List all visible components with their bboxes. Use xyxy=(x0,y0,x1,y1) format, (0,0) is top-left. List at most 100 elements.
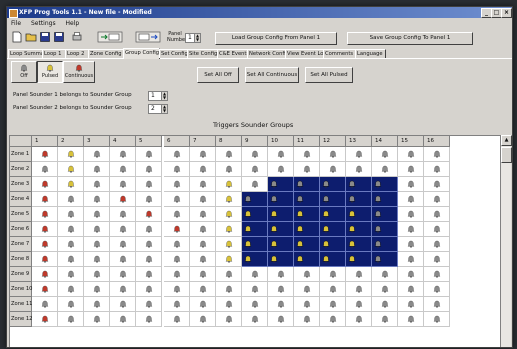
grid-cell[interactable] xyxy=(164,312,190,327)
grid-cell[interactable] xyxy=(190,147,216,162)
grid-cell[interactable] xyxy=(136,207,162,222)
tab-zone-config[interactable]: Zone Config xyxy=(88,49,124,58)
grid-cell[interactable] xyxy=(84,312,110,327)
grid-cell[interactable] xyxy=(424,312,450,327)
tab-group-config[interactable]: Group Config xyxy=(123,48,160,59)
grid-cell[interactable] xyxy=(84,282,110,297)
grid-cell[interactable] xyxy=(32,297,58,312)
grid-cell[interactable] xyxy=(110,147,136,162)
tab-set-config[interactable]: Set Config xyxy=(159,49,188,58)
grid-cell[interactable] xyxy=(268,192,294,207)
grid-cell[interactable] xyxy=(136,252,162,267)
row-header[interactable]: Zone 12 xyxy=(10,312,32,327)
grid-cell[interactable] xyxy=(84,222,110,237)
grid-cell[interactable] xyxy=(58,192,84,207)
grid-cell[interactable] xyxy=(372,312,398,327)
grid-cell[interactable] xyxy=(32,162,58,177)
grid-cell[interactable] xyxy=(32,192,58,207)
grid-cell[interactable] xyxy=(58,312,84,327)
grid-cell[interactable] xyxy=(110,252,136,267)
grid-cell[interactable] xyxy=(84,162,110,177)
grid-cell[interactable] xyxy=(372,192,398,207)
grid-cell[interactable] xyxy=(216,312,242,327)
grid-cell[interactable] xyxy=(346,267,372,282)
grid-cell[interactable] xyxy=(216,162,242,177)
grid-cell[interactable] xyxy=(136,222,162,237)
grid-cell[interactable] xyxy=(242,207,268,222)
grid-cell[interactable] xyxy=(164,207,190,222)
grid-cell[interactable] xyxy=(346,312,372,327)
row-header[interactable]: Zone 11 xyxy=(10,297,32,312)
grid-cell[interactable] xyxy=(190,297,216,312)
grid-cell[interactable] xyxy=(216,252,242,267)
panel-sounder-1-group-stepper[interactable]: 1 ▲ ▼ xyxy=(148,91,168,101)
grid-cell[interactable] xyxy=(136,237,162,252)
row-header[interactable]: Zone 8 xyxy=(10,252,32,267)
grid-cell[interactable] xyxy=(136,177,162,192)
stepper-arrows-icon[interactable]: ▲ ▼ xyxy=(161,105,167,113)
grid-cell[interactable] xyxy=(424,252,450,267)
column-header[interactable]: 1 xyxy=(32,136,58,147)
grid-cell[interactable] xyxy=(372,267,398,282)
column-header[interactable]: 14 xyxy=(372,136,398,147)
grid-cell[interactable] xyxy=(58,267,84,282)
grid-cell[interactable] xyxy=(294,297,320,312)
grid-cell[interactable] xyxy=(164,237,190,252)
grid-cell[interactable] xyxy=(372,207,398,222)
tab-loop-1[interactable]: Loop 1 xyxy=(42,49,66,58)
grid-cell[interactable] xyxy=(110,162,136,177)
grid-cell[interactable] xyxy=(346,162,372,177)
grid-cell[interactable] xyxy=(372,222,398,237)
grid-cell[interactable] xyxy=(190,177,216,192)
column-header[interactable]: 12 xyxy=(320,136,346,147)
grid-cell[interactable] xyxy=(346,237,372,252)
vertical-scrollbar[interactable]: ▲ xyxy=(500,135,512,347)
read-from-panel-icon[interactable] xyxy=(97,31,123,43)
grid-cell[interactable] xyxy=(268,162,294,177)
grid-cell[interactable] xyxy=(58,282,84,297)
grid-cell[interactable] xyxy=(190,267,216,282)
menu-help[interactable]: Help xyxy=(66,20,80,27)
grid-cell[interactable] xyxy=(164,252,190,267)
panel-sounder-2-group-stepper[interactable]: 2 ▲ ▼ xyxy=(148,104,168,114)
grid-cell[interactable] xyxy=(268,147,294,162)
grid-cell[interactable] xyxy=(294,237,320,252)
row-header[interactable]: Zone 6 xyxy=(10,222,32,237)
column-header[interactable]: 8 xyxy=(216,136,242,147)
menu-file[interactable]: File xyxy=(11,20,21,27)
grid-cell[interactable] xyxy=(372,297,398,312)
grid-cell[interactable] xyxy=(320,177,346,192)
grid-cell[interactable] xyxy=(268,282,294,297)
grid-cell[interactable] xyxy=(320,237,346,252)
row-header[interactable]: Zone 1 xyxy=(10,147,32,162)
grid-cell[interactable] xyxy=(32,267,58,282)
grid-cell[interactable] xyxy=(242,222,268,237)
menu-settings[interactable]: Settings xyxy=(31,20,56,27)
grid-cell[interactable] xyxy=(58,222,84,237)
grid-cell[interactable] xyxy=(164,162,190,177)
grid-cell[interactable] xyxy=(346,297,372,312)
grid-cell[interactable] xyxy=(84,177,110,192)
grid-cell[interactable] xyxy=(294,312,320,327)
grid-cell[interactable] xyxy=(32,147,58,162)
grid-cell[interactable] xyxy=(136,267,162,282)
grid-cell[interactable] xyxy=(346,282,372,297)
grid-cell[interactable] xyxy=(110,222,136,237)
column-header[interactable]: 2 xyxy=(58,136,84,147)
column-header[interactable]: 11 xyxy=(294,136,320,147)
row-header[interactable]: Zone 2 xyxy=(10,162,32,177)
grid-cell[interactable] xyxy=(268,267,294,282)
set-all-pulsed-button[interactable]: Set All Pulsed xyxy=(305,67,353,83)
grid-cell[interactable] xyxy=(136,282,162,297)
grid-cell[interactable] xyxy=(190,252,216,267)
row-header[interactable]: Zone 9 xyxy=(10,267,32,282)
grid-cell[interactable] xyxy=(294,222,320,237)
panel-number-stepper[interactable]: 1 ▲ ▼ xyxy=(185,33,201,43)
grid-cell[interactable] xyxy=(268,222,294,237)
row-header[interactable]: Zone 7 xyxy=(10,237,32,252)
grid-cell[interactable] xyxy=(190,282,216,297)
column-header[interactable]: 13 xyxy=(346,136,372,147)
grid-cell[interactable] xyxy=(32,282,58,297)
column-header[interactable]: 15 xyxy=(398,136,424,147)
row-header[interactable]: Zone 3 xyxy=(10,177,32,192)
